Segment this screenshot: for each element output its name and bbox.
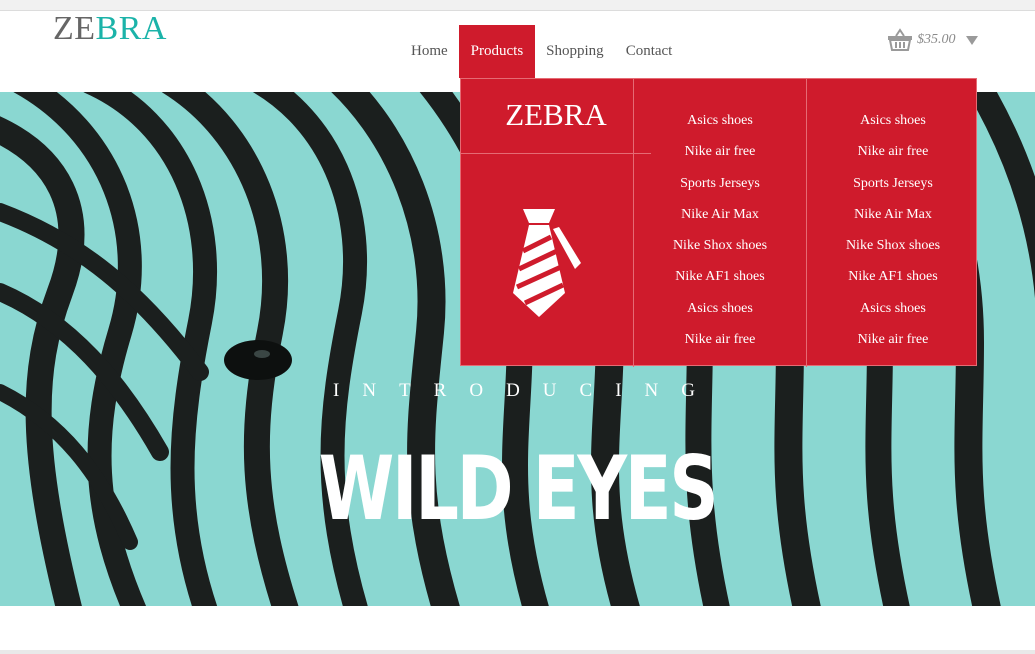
nav-products[interactable]: Products	[458, 25, 536, 78]
mega-menu-brand-panel: ZEBRA	[461, 79, 651, 367]
hero-intro-text: INTRODUCING	[333, 380, 718, 401]
mega-menu-column-1: Asics shoes Nike air free Sports Jerseys…	[633, 79, 806, 367]
menu-item-asics-shoes[interactable]: Asics shoes	[634, 111, 806, 142]
logo-part-bra: BRA	[95, 10, 167, 47]
cart-widget[interactable]: $35.00	[887, 28, 978, 52]
nav-home[interactable]: Home	[400, 25, 459, 78]
products-mega-menu: ZEBRA Asics shoes Nike air free Sports J…	[460, 78, 979, 367]
menu-item-asics-shoes[interactable]: Asics shoes	[807, 299, 979, 330]
basket-icon	[888, 28, 912, 51]
menu-item-nike-af1-shoes[interactable]: Nike AF1 shoes	[634, 267, 806, 298]
menu-item-asics-shoes[interactable]: Asics shoes	[634, 299, 806, 330]
footer-border	[0, 650, 1035, 654]
menu-item-nike-shox-shoes[interactable]: Nike Shox shoes	[634, 236, 806, 267]
nav-shopping[interactable]: Shopping	[535, 25, 615, 78]
cart-total: $35.00	[917, 32, 956, 47]
nav-contact[interactable]: Contact	[615, 25, 684, 78]
menu-item-nike-air-max[interactable]: Nike Air Max	[807, 205, 979, 236]
menu-item-nike-shox-shoes[interactable]: Nike Shox shoes	[807, 236, 979, 267]
menu-item-sports-jerseys[interactable]: Sports Jerseys	[807, 174, 979, 205]
menu-item-sports-jerseys[interactable]: Sports Jerseys	[634, 174, 806, 205]
mega-menu-brand: ZEBRA	[505, 97, 607, 132]
main-nav: Home Products Shopping Contact	[400, 25, 683, 78]
site-logo[interactable]: ZEBRA	[53, 10, 167, 48]
menu-item-nike-air-max[interactable]: Nike Air Max	[634, 205, 806, 236]
hero-title: WILD EYES	[318, 437, 719, 540]
menu-item-nike-air-free[interactable]: Nike air free	[634, 330, 806, 361]
logo-part-ze: ZE	[53, 10, 96, 47]
menu-item-nike-air-free[interactable]: Nike air free	[807, 330, 979, 361]
mega-menu-divider	[461, 153, 651, 154]
mega-menu-column-2: Asics shoes Nike air free Sports Jerseys…	[806, 79, 979, 367]
menu-item-asics-shoes[interactable]: Asics shoes	[807, 111, 979, 142]
necktie-icon	[513, 209, 581, 317]
caret-down-icon[interactable]	[965, 35, 978, 45]
menu-item-nike-air-free[interactable]: Nike air free	[634, 142, 806, 173]
menu-item-nike-af1-shoes[interactable]: Nike AF1 shoes	[807, 267, 979, 298]
menu-item-nike-air-free[interactable]: Nike air free	[807, 142, 979, 173]
